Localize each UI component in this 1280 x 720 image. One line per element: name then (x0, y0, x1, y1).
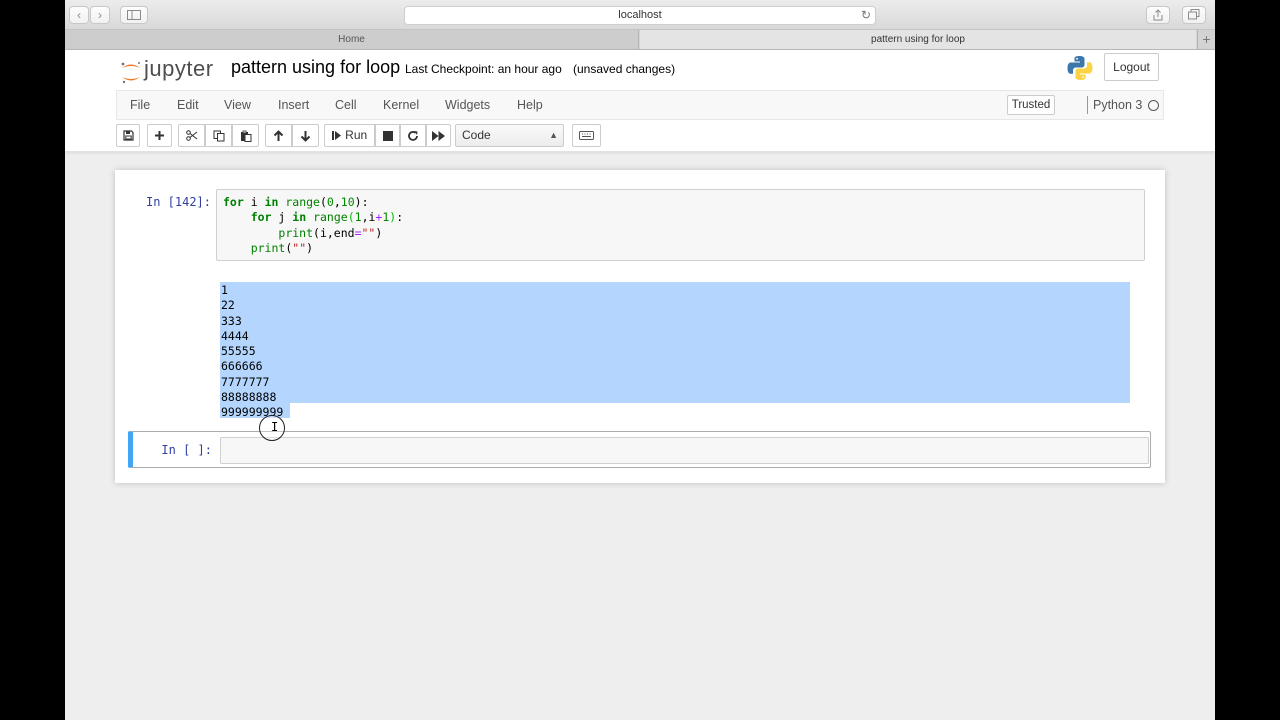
select-arrows-icon: ▲ (549, 130, 558, 140)
kernel-name[interactable]: Python 3 (1093, 91, 1142, 119)
logout-button[interactable]: Logout (1104, 53, 1159, 81)
share-icon (1153, 9, 1163, 21)
code-editor[interactable]: for i in range(0,10): for j in range(1,i… (216, 189, 1145, 261)
move-down-button[interactable] (292, 124, 319, 147)
menu-cell[interactable]: Cell (335, 91, 357, 119)
sidebar-button[interactable] (120, 6, 148, 24)
cut-icon (185, 130, 197, 142)
save-button[interactable] (116, 124, 140, 147)
output-line: 55555 (221, 344, 256, 359)
input-prompt: In [142]: (145, 195, 211, 209)
copy-button[interactable] (205, 124, 232, 147)
output-line: 22 (221, 298, 235, 313)
run-icon (331, 131, 341, 141)
kernel-separator (1087, 96, 1088, 114)
share-button[interactable] (1146, 6, 1170, 24)
notebook-name[interactable]: pattern using for loop (231, 57, 400, 78)
url-field[interactable]: localhost ↻ (404, 6, 876, 25)
cut-button[interactable] (178, 124, 205, 147)
browser-toolbar: ‹ › localhost ↻ (65, 0, 1215, 30)
menu-insert[interactable]: Insert (278, 91, 309, 119)
url-text: localhost (618, 9, 662, 21)
arrow-down-icon (300, 130, 311, 142)
menubar: File Edit View Insert Cell Kernel Widget… (116, 90, 1164, 120)
insert-cell-button[interactable] (147, 124, 172, 147)
output-line: 7777777 (221, 374, 270, 389)
menu-kernel[interactable]: Kernel (383, 91, 419, 119)
tab-home-label: Home (338, 34, 365, 45)
screen: ‹ › localhost ↻ Home pattern using for l… (65, 0, 1215, 720)
mouse-cursor-highlight: I (259, 415, 285, 441)
move-up-button[interactable] (265, 124, 292, 147)
forward-button[interactable]: › (90, 6, 110, 24)
tab-strip: Home pattern using for loop + (65, 30, 1215, 50)
jupyter-header: jupyter pattern using for loop Last Chec… (65, 50, 1215, 152)
cell-type-select[interactable]: Code ▲ (455, 124, 564, 147)
plus-icon (155, 131, 164, 141)
restart-run-all-button[interactable] (426, 124, 451, 147)
text-cursor-icon: I (271, 420, 279, 434)
output-line: 4444 (221, 328, 249, 343)
paste-icon (240, 130, 251, 142)
trusted-indicator[interactable]: Trusted (1007, 95, 1055, 115)
input-prompt-empty: In [ ]: (161, 443, 212, 457)
reload-icon[interactable]: ↻ (861, 7, 871, 24)
notebook-toolbar: Run Code ▲ (116, 124, 616, 148)
menu-help[interactable]: Help (517, 91, 543, 119)
run-button[interactable]: Run (324, 124, 375, 147)
output-line: 333 (221, 313, 242, 328)
tab-pattern-label: pattern using for loop (871, 34, 965, 45)
menu-edit[interactable]: Edit (177, 91, 199, 119)
output-selection (220, 282, 1130, 403)
output-line: 666666 (221, 359, 263, 374)
cell-type-value: Code (462, 128, 491, 142)
output-line: 1 (221, 283, 228, 297)
sidebar-icon (127, 10, 141, 20)
jupyter-logo[interactable]: jupyter (120, 56, 220, 86)
kernel-idle-icon (1148, 100, 1159, 111)
code-editor-empty[interactable] (220, 437, 1149, 464)
output-area[interactable]: 1 22 333 4444 55555 666666 7777777 88888888 9999… (221, 283, 283, 421)
restart-icon (408, 130, 418, 141)
keyboard-icon (579, 131, 594, 141)
fast-forward-icon (432, 130, 445, 141)
jupyter-logo-text: jupyter (144, 56, 214, 81)
checkpoint-status: Last Checkpoint: an hour ago (405, 62, 562, 76)
new-tab-button[interactable]: + (1197, 30, 1215, 49)
tabs-overview-icon (1188, 9, 1200, 20)
jupyter-logo-icon (121, 62, 140, 84)
paste-button[interactable] (232, 124, 259, 147)
save-icon (122, 130, 134, 141)
menu-view[interactable]: View (224, 91, 251, 119)
interrupt-kernel-button[interactable] (375, 124, 400, 147)
command-palette-button[interactable] (572, 124, 601, 147)
autosave-status: (unsaved changes) (573, 62, 676, 76)
menu-widgets[interactable]: Widgets (445, 91, 490, 119)
arrow-up-icon (273, 129, 284, 141)
menu-file[interactable]: File (130, 91, 150, 119)
tab-pattern-using-for-loop[interactable]: pattern using for loop (640, 30, 1196, 49)
restart-kernel-button[interactable] (400, 124, 426, 147)
back-button[interactable]: ‹ (69, 6, 89, 24)
tab-home[interactable]: Home (65, 30, 639, 49)
run-label: Run (345, 128, 368, 142)
tabs-overview-button[interactable] (1182, 6, 1206, 24)
copy-icon (213, 130, 224, 142)
output-line: 88888888 (221, 390, 277, 405)
stop-icon (382, 130, 393, 141)
code-text: for i in range(0,10): for j in range(1,i… (223, 195, 404, 255)
python-logo-icon (1067, 56, 1093, 80)
